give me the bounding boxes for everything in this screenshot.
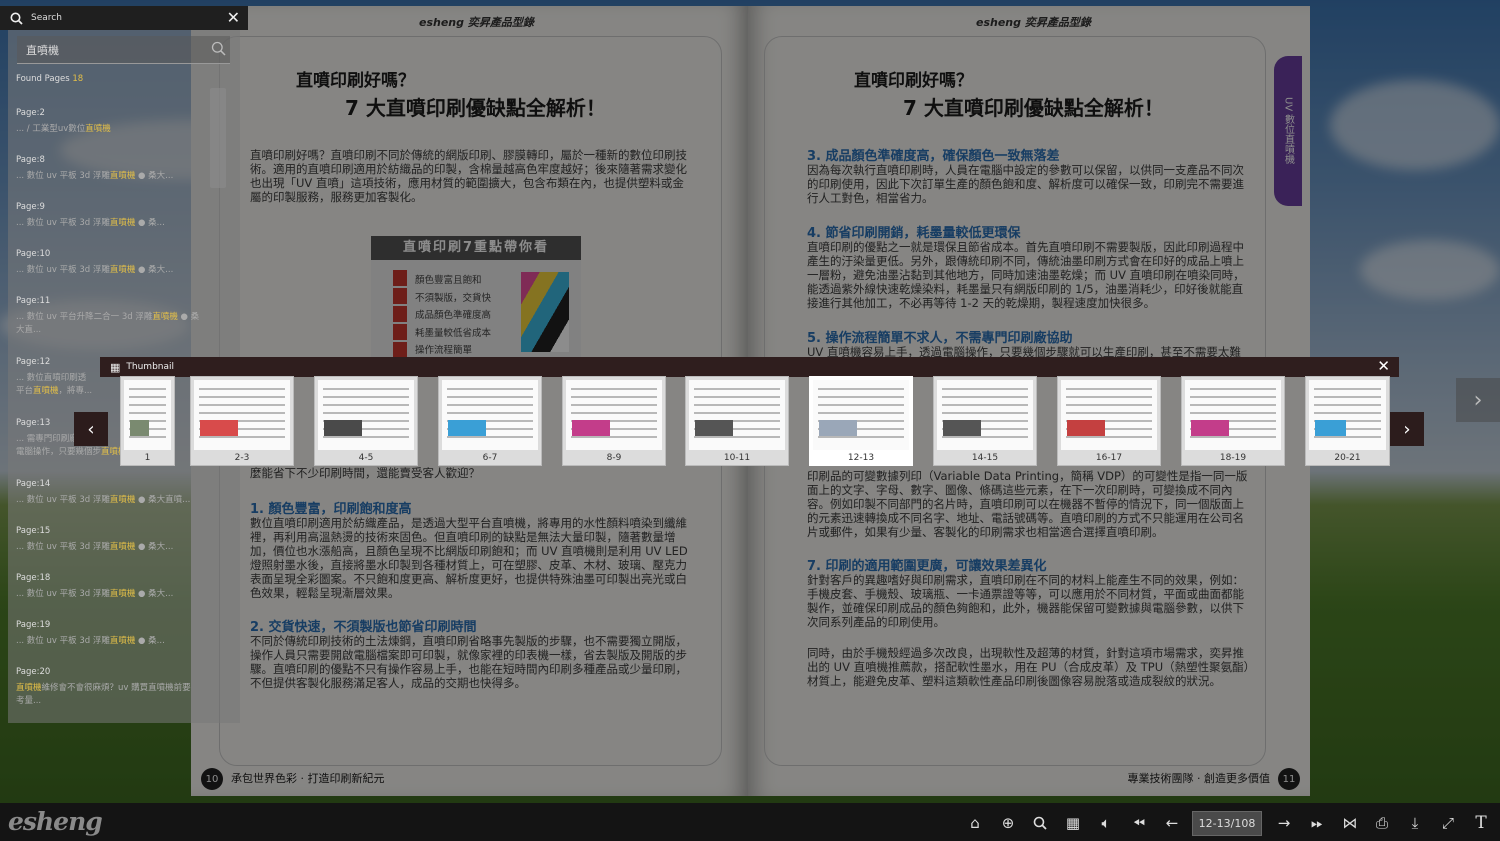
share-icon[interactable]: ⋈ bbox=[1338, 811, 1362, 835]
close-thumbnail-icon[interactable]: ✕ bbox=[1377, 357, 1390, 375]
search-input[interactable] bbox=[17, 36, 197, 64]
brand-logo: esheng bbox=[8, 807, 103, 836]
thumbnail-image bbox=[1061, 380, 1157, 450]
search-result-page: Page:19 bbox=[16, 620, 51, 630]
thumbnail-8-9[interactable]: 8-9 bbox=[562, 376, 666, 466]
grid-icon: ▦ bbox=[110, 360, 121, 374]
search-result-item[interactable]: Page:10 ... 數位 uv 平板 3d 浮雕直噴機 ● 桑大... bbox=[16, 249, 226, 277]
search-result-snippet: ... 數位 uv 平板 3d 浮雕直噴機 ● 桑... bbox=[16, 218, 165, 228]
thumbnail-image bbox=[566, 380, 662, 450]
search-result-page: Page:2 bbox=[16, 108, 45, 118]
thumbnail-label: 12-13 bbox=[847, 453, 875, 463]
search-result-item[interactable]: Page:11 ... 數位 uv 平台升降二合一 3d 浮雕直噴機 ● 桑 大直… bbox=[16, 296, 226, 337]
thumbnail-panel: ▦ Thumbnail ✕ 1 2-3 4-5 6-7 8-9 10-11 12-13 14-… bbox=[100, 357, 1399, 466]
close-search-icon[interactable]: ✕ bbox=[227, 8, 240, 27]
download-icon[interactable]: ⤓ bbox=[1403, 811, 1427, 835]
thumbnail-label: 1 bbox=[144, 453, 151, 463]
search-result-item[interactable]: Page:19 ... 數位 uv 平板 3d 浮雕直噴機 ● 桑... bbox=[16, 620, 226, 648]
thumbnail-image bbox=[813, 380, 909, 450]
next-page-icon[interactable]: → bbox=[1272, 811, 1296, 835]
thumbnail-label: 4-5 bbox=[358, 453, 374, 463]
thumbnail-image bbox=[689, 380, 785, 450]
search-result-snippet: ... / 工業型uv數位直噴機 bbox=[16, 124, 111, 134]
thumbnail-image bbox=[194, 380, 290, 450]
thumbnail-image bbox=[318, 380, 414, 450]
prev-page-icon[interactable]: ← bbox=[1160, 811, 1184, 835]
thumbnail-image bbox=[1185, 380, 1281, 450]
thumbnail-16-17[interactable]: 16-17 bbox=[1057, 376, 1161, 466]
thumbnail-label: 2-3 bbox=[234, 453, 250, 463]
thumbnail-2-3[interactable]: 2-3 bbox=[190, 376, 294, 466]
search-result-item[interactable]: Page:20 直噴機維修會不會很麻煩？uv 購買直噴機前要 考量... bbox=[16, 667, 226, 708]
thumbnail-14-15[interactable]: 14-15 bbox=[933, 376, 1037, 466]
next-page-arrow[interactable]: › bbox=[1456, 378, 1500, 422]
search-result-item[interactable]: Page:8 ... 數位 uv 平板 3d 浮雕直噴機 ● 桑大... bbox=[16, 155, 226, 183]
thumbnail-panel-title: Thumbnail bbox=[126, 362, 175, 372]
thumbnail-12-13[interactable]: 12-13 bbox=[809, 376, 913, 466]
thumbnail-label: 6-7 bbox=[482, 453, 498, 463]
search-result-snippet: ... 數位 uv 平板 3d 浮雕直噴機 ● 桑大直噴... bbox=[16, 495, 191, 505]
search-result-snippet: 直噴機維修會不會很麻煩？uv 購買直噴機前要 考量... bbox=[16, 683, 191, 706]
thumbnail-20-21[interactable]: 20-21 bbox=[1305, 376, 1390, 466]
search-icon bbox=[9, 11, 23, 25]
thumbnail-image bbox=[442, 380, 538, 450]
thumbnail-18-19[interactable]: 18-19 bbox=[1181, 376, 1285, 466]
page-indicator[interactable]: 12-13/108 bbox=[1192, 811, 1262, 836]
search-icon[interactable] bbox=[1028, 811, 1052, 835]
thumbnail-image bbox=[1309, 380, 1386, 450]
home-icon[interactable]: ⌂ bbox=[963, 811, 987, 835]
search-result-snippet: ... 數位 uv 平板 3d 浮雕直噴機 ● 桑大... bbox=[16, 171, 174, 181]
found-pages-count: Found Pages 18 bbox=[16, 74, 84, 84]
search-result-page: Page:15 bbox=[16, 526, 51, 536]
search-result-page: Page:9 bbox=[16, 202, 45, 212]
search-result-page: Page:8 bbox=[16, 155, 45, 165]
search-result-item[interactable]: Page:18 ... 數位 uv 平板 3d 浮雕直噴機 ● 桑大... bbox=[16, 573, 226, 601]
search-panel-header: Search ✕ bbox=[0, 6, 248, 30]
thumbnail-image bbox=[937, 380, 1033, 450]
search-result-snippet: ... 數位 uv 平板 3d 浮雕直噴機 ● 桑大... bbox=[16, 265, 174, 275]
search-result-page: Page:18 bbox=[16, 573, 51, 583]
thumbnail-label: 18-19 bbox=[1219, 453, 1247, 463]
search-result-page: Page:20 bbox=[16, 667, 51, 677]
thumbnail-prev-button[interactable]: ‹ bbox=[74, 412, 108, 446]
search-result-snippet: ... 數位 uv 平板 3d 浮雕直噴機 ● 桑... bbox=[16, 636, 165, 646]
search-result-snippet: ... 數位 uv 平板 3d 浮雕直噴機 ● 桑大... bbox=[16, 589, 174, 599]
search-box bbox=[17, 36, 230, 64]
thumbnail-grid-icon[interactable]: ▦ bbox=[1061, 811, 1085, 835]
search-result-snippet: ... 數位 uv 平台升降二合一 3d 浮雕直噴機 ● 桑 大直... bbox=[16, 312, 200, 335]
print-icon[interactable]: ⎙ bbox=[1370, 811, 1394, 835]
thumbnail-image bbox=[124, 380, 171, 450]
thumbnail-4-5[interactable]: 4-5 bbox=[314, 376, 418, 466]
thumbnail-label: 14-15 bbox=[971, 453, 999, 463]
search-result-snippet: ... 數位 uv 平板 3d 浮雕直噴機 ● 桑大... bbox=[16, 542, 174, 552]
search-result-item[interactable]: Page:14 ... 數位 uv 平板 3d 浮雕直噴機 ● 桑大直噴... bbox=[16, 479, 226, 507]
thumbnail-label: 20-21 bbox=[1334, 453, 1361, 463]
text-icon[interactable]: T bbox=[1469, 811, 1493, 835]
search-result-page: Page:11 bbox=[16, 296, 51, 306]
first-page-icon[interactable]: ⏪︎ bbox=[1127, 811, 1151, 835]
search-result-item[interactable]: Page:2 ... / 工業型uv數位直噴機 bbox=[16, 108, 226, 136]
thumbnail-panel-header: ▦ Thumbnail ✕ bbox=[100, 357, 1399, 377]
sound-icon[interactable]: 🔈︎ bbox=[1094, 811, 1118, 835]
thumbnail-6-7[interactable]: 6-7 bbox=[438, 376, 542, 466]
search-result-item[interactable]: Page:15 ... 數位 uv 平板 3d 浮雕直噴機 ● 桑大... bbox=[16, 526, 226, 554]
thumbnail-10-11[interactable]: 10-11 bbox=[685, 376, 789, 466]
search-panel-title: Search bbox=[31, 13, 62, 23]
thumbnail-label: 16-17 bbox=[1095, 453, 1123, 463]
bottom-toolbar: esheng ⌂ ⊕ ▦ 🔈︎ ⏪︎ ← 12-13/108 → ⏩︎ ⋈ ⎙ … bbox=[0, 803, 1500, 841]
fullscreen-icon[interactable]: ⤢ bbox=[1436, 811, 1460, 835]
search-submit-icon[interactable] bbox=[211, 41, 226, 60]
search-result-item[interactable]: Page:9 ... 數位 uv 平板 3d 浮雕直噴機 ● 桑... bbox=[16, 202, 226, 230]
search-result-page: Page:14 bbox=[16, 479, 51, 489]
thumbnail-label: 8-9 bbox=[606, 453, 622, 463]
search-result-page: Page:10 bbox=[16, 249, 51, 259]
thumbnail-1[interactable]: 1 bbox=[120, 376, 175, 466]
thumbnail-label: 10-11 bbox=[723, 453, 751, 463]
last-page-icon[interactable]: ⏩︎ bbox=[1305, 811, 1329, 835]
thumbnail-next-button[interactable]: › bbox=[1390, 412, 1424, 446]
zoom-in-icon[interactable]: ⊕ bbox=[996, 811, 1020, 835]
